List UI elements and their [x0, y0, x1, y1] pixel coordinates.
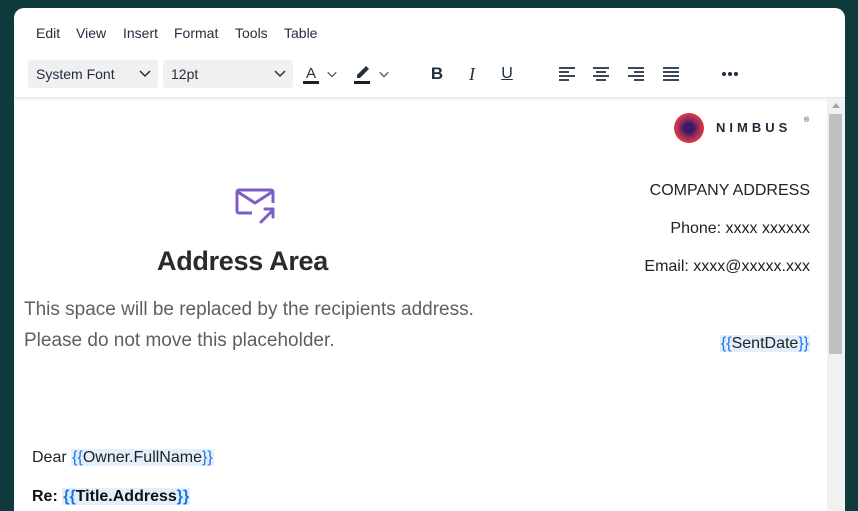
text-color-dropdown[interactable]: [324, 62, 340, 86]
title-field: Title.Address: [75, 488, 177, 505]
editor-window: Edit View Insert Format Tools Table Syst…: [14, 8, 845, 511]
brace-close: }}: [798, 335, 809, 352]
owner-field: Owner.FullName: [82, 449, 202, 466]
align-justify-icon: [663, 67, 679, 81]
brace-close: }}: [176, 488, 190, 505]
scroll-up-arrow-icon[interactable]: [832, 103, 840, 108]
menu-tools[interactable]: Tools: [235, 25, 268, 41]
underline-icon: U: [501, 65, 513, 82]
text-color-button[interactable]: A: [298, 62, 324, 86]
toolbar: System Font 12pt A B I U: [14, 56, 845, 98]
italic-icon: I: [469, 63, 475, 84]
sent-date-field: SentDate: [731, 335, 799, 352]
more-horizontal-icon: [722, 72, 738, 76]
brace-close: }}: [201, 449, 213, 466]
merge-tag: {{SentDate}}: [719, 335, 810, 352]
align-center-button[interactable]: [588, 62, 614, 86]
font-size-select[interactable]: 12pt: [163, 60, 293, 88]
document-body[interactable]: NIMBUS ® COMPANY ADDRESS Phone: xxxx xxx…: [14, 99, 827, 511]
salutation: Dear {{Owner.FullName}}: [32, 449, 214, 467]
underline-button[interactable]: U: [494, 62, 520, 86]
sent-date-merge-field[interactable]: {{SentDate}}: [719, 335, 810, 353]
align-right-icon: [628, 67, 644, 81]
owner-merge-field[interactable]: {{Owner.FullName}}: [71, 449, 214, 466]
logo-registered-mark: ®: [804, 117, 810, 124]
bold-button[interactable]: B: [424, 62, 450, 86]
address-area-title: Address Area: [157, 246, 328, 276]
menu-table[interactable]: Table: [284, 25, 317, 41]
font-family-select[interactable]: System Font: [28, 60, 158, 88]
align-right-button[interactable]: [623, 62, 649, 86]
align-justify-button[interactable]: [658, 62, 684, 86]
company-logo: NIMBUS ®: [674, 112, 824, 144]
menu-view[interactable]: View: [76, 25, 106, 41]
chevron-down-icon: [274, 70, 286, 78]
company-phone: Phone: xxxx xxxxxx: [670, 220, 810, 237]
vertical-scrollbar[interactable]: [827, 99, 845, 511]
text-color-glyph: A: [306, 65, 316, 82]
subject-prefix: Re:: [32, 488, 58, 505]
subject-line: Re: {{Title.Address}}: [32, 488, 191, 506]
brace-open: {{: [63, 488, 76, 505]
nimbus-logo-icon: [674, 113, 704, 143]
font-family-value: System Font: [36, 66, 115, 82]
italic-button[interactable]: I: [459, 62, 485, 86]
company-email: Email: xxxx@xxxxx.xxx: [644, 258, 810, 275]
highlight-color-button[interactable]: [349, 62, 375, 86]
mail-forward-icon: [235, 188, 275, 224]
highlighter-icon: [354, 66, 370, 84]
menu-insert[interactable]: Insert: [123, 25, 158, 41]
brace-open: {{: [72, 449, 83, 466]
more-options-button[interactable]: [717, 62, 743, 86]
align-left-icon: [559, 67, 575, 81]
chevron-down-icon: [139, 70, 151, 78]
menu-format[interactable]: Format: [174, 25, 218, 41]
highlight-color-dropdown[interactable]: [376, 62, 392, 86]
logo-text: NIMBUS: [716, 120, 792, 135]
bold-icon: B: [430, 64, 444, 83]
title-merge-field[interactable]: {{Title.Address}}: [62, 488, 191, 505]
chevron-down-icon: [327, 71, 337, 78]
salutation-prefix: Dear: [32, 449, 67, 466]
address-area-description: This space will be replaced by the recip…: [24, 299, 474, 351]
menu-edit[interactable]: Edit: [36, 25, 60, 41]
company-address: COMPANY ADDRESS: [649, 182, 810, 199]
align-center-icon: [593, 67, 609, 81]
font-size-value: 12pt: [171, 66, 199, 82]
brace-open: {{: [720, 335, 732, 352]
chevron-down-icon: [379, 71, 389, 78]
scroll-thumb[interactable]: [829, 114, 842, 354]
menu-bar: Edit View Insert Format Tools Table: [14, 8, 845, 56]
text-color-icon: A: [303, 65, 319, 84]
align-left-button[interactable]: [554, 62, 580, 86]
